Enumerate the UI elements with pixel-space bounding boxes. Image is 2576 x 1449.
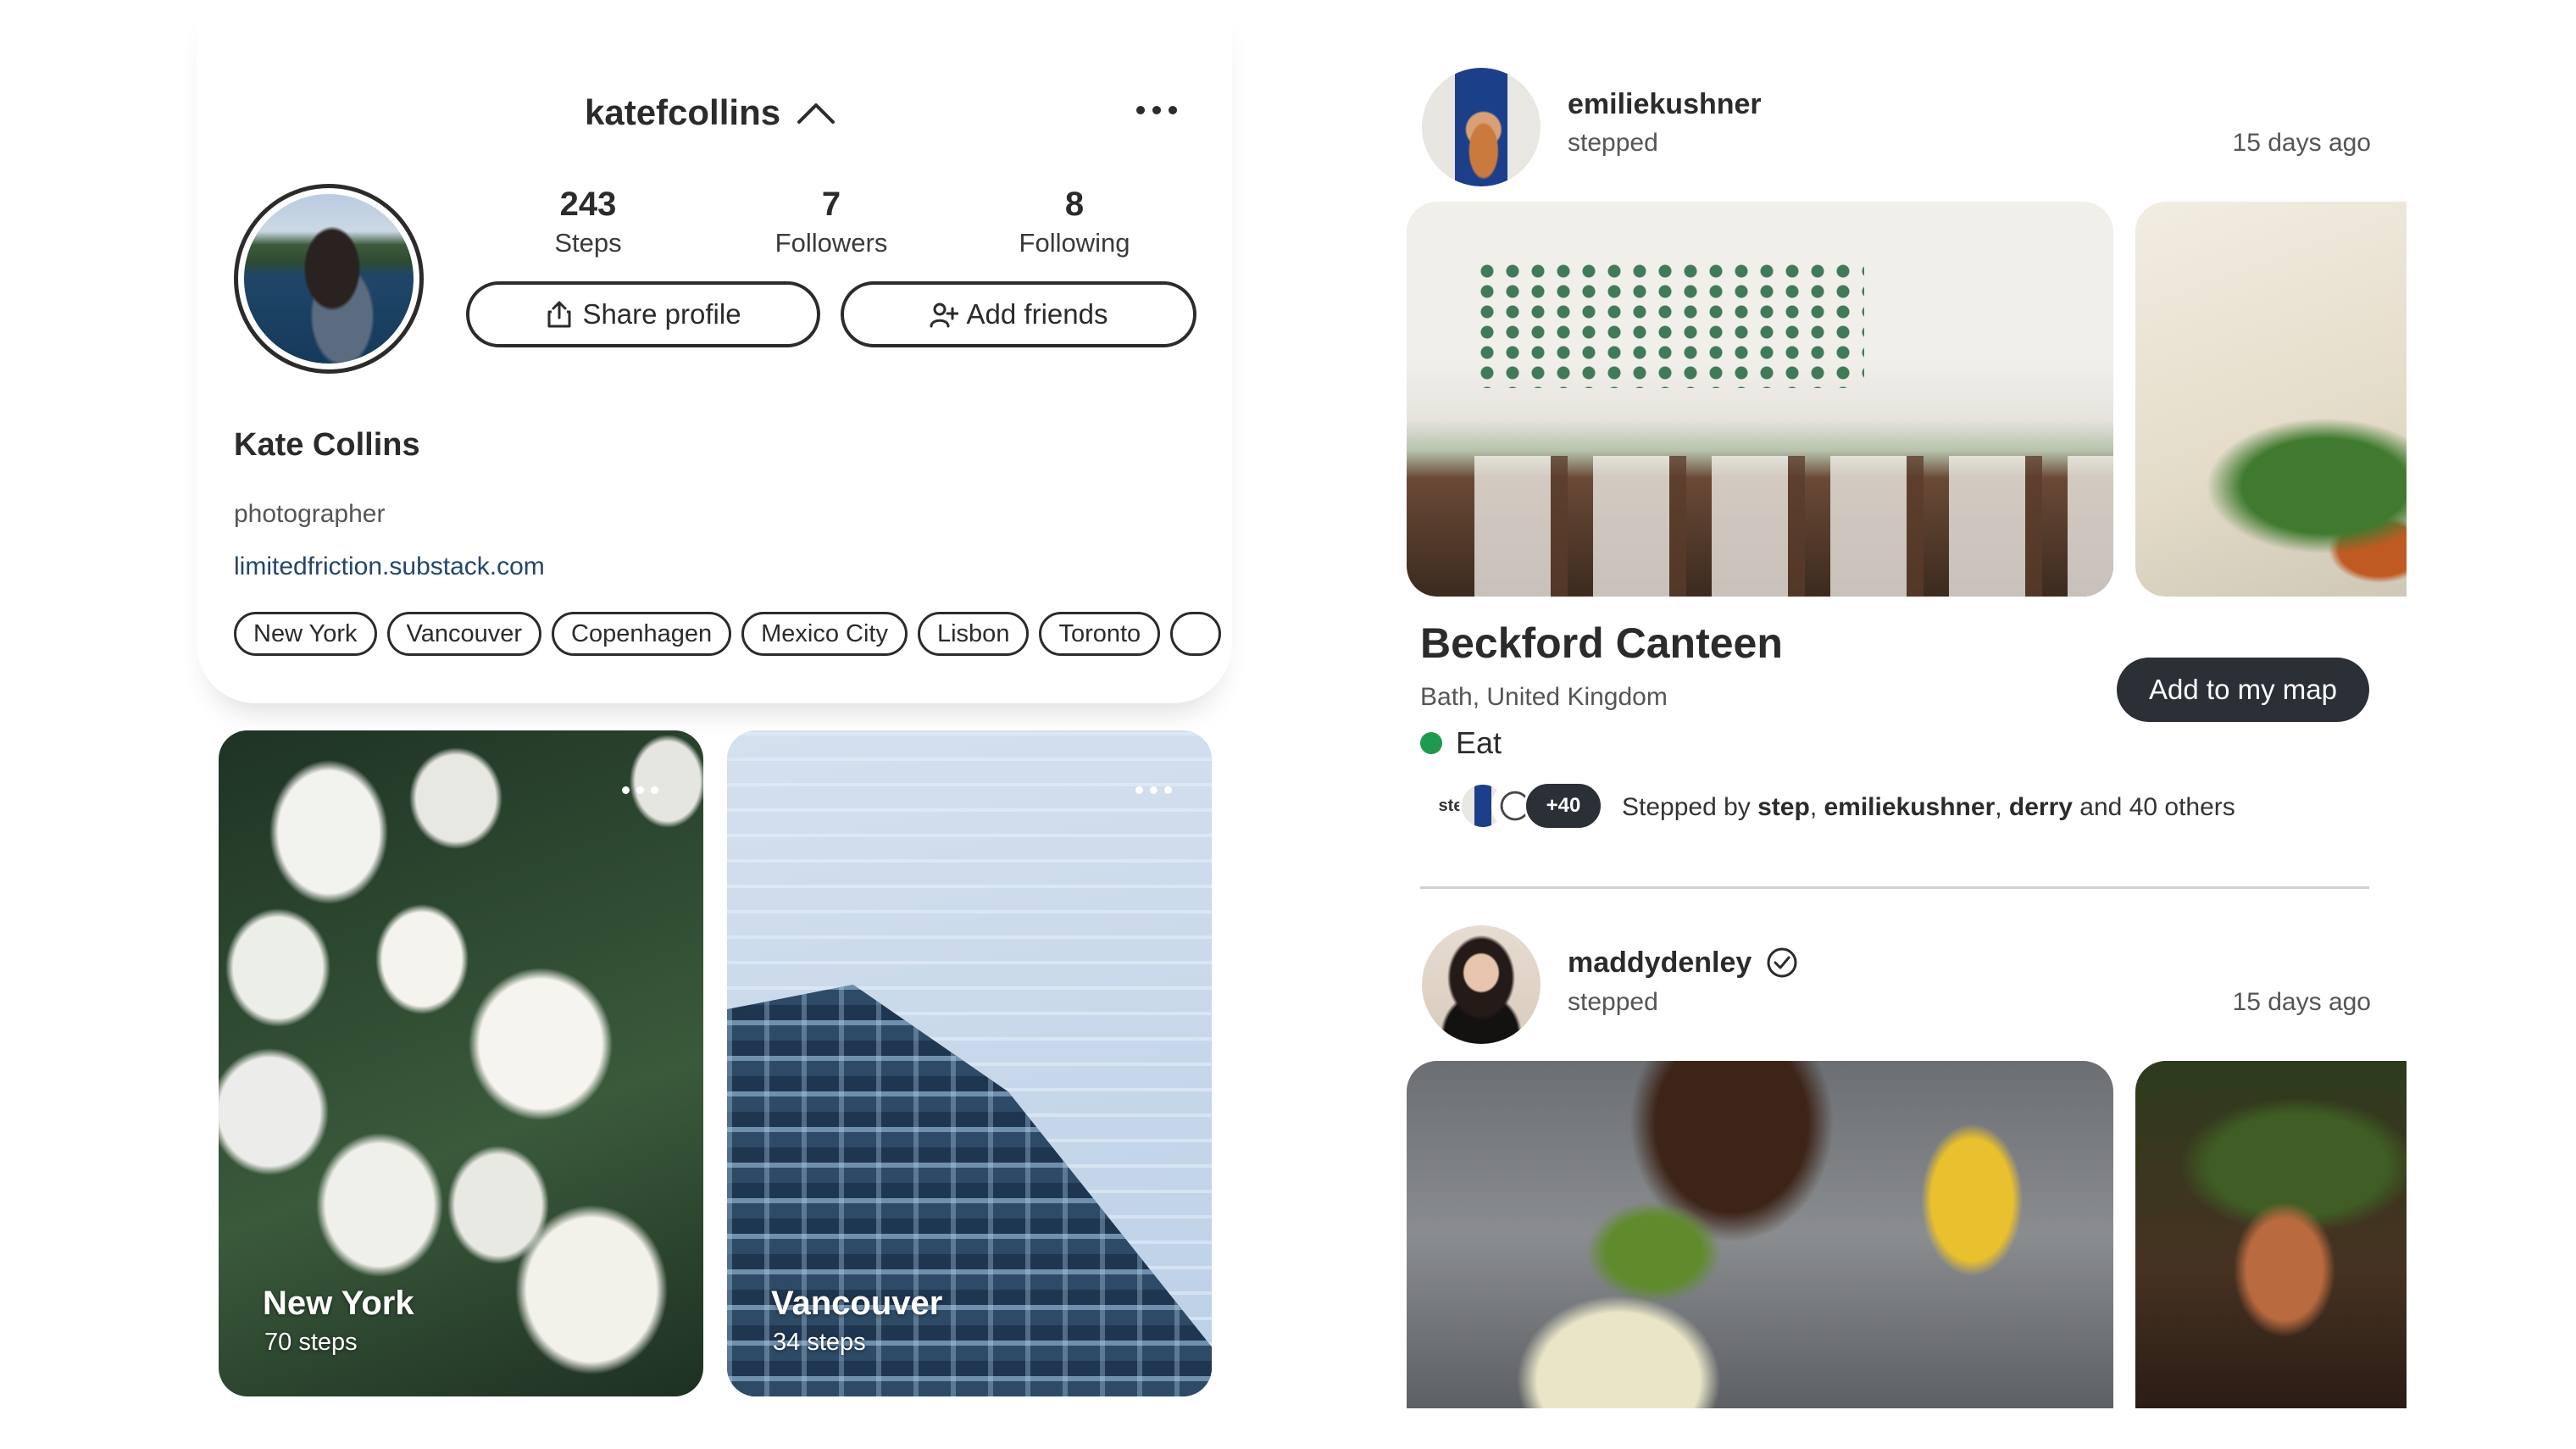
more-options-icon[interactable]	[1135, 786, 1172, 794]
stat-following[interactable]: 8 Following	[990, 182, 1159, 260]
post-action: stepped	[1568, 129, 1658, 157]
avatar-photo	[244, 194, 414, 364]
post-username[interactable]: emiliekushner	[1568, 88, 1762, 121]
more-options-icon[interactable]	[1127, 92, 1186, 129]
category-label: Eat	[1456, 725, 1502, 760]
share-profile-button[interactable]: Share profile	[466, 281, 820, 347]
city-card-title: New York	[263, 1285, 414, 1322]
add-friends-button[interactable]: Add friends	[841, 281, 1196, 347]
stat-value: 8	[1064, 186, 1085, 223]
place-category: Eat	[1420, 725, 1502, 761]
stat-value: 243	[559, 186, 617, 223]
post-user-row[interactable]: maddydenley	[1568, 946, 1799, 980]
dining-tables	[1474, 456, 2113, 597]
category-dot-icon	[1420, 732, 1442, 754]
chevron-up-icon	[796, 100, 836, 125]
stat-label: Followers	[774, 228, 888, 258]
stat-value: 7	[821, 186, 841, 223]
add-to-map-button[interactable]: Add to my map	[2117, 658, 2369, 722]
separator: ,	[1809, 793, 1824, 821]
post-photo-restaurant[interactable]	[1407, 202, 2113, 597]
feed-divider	[1420, 886, 2369, 889]
city-filter-chips: New York Vancouver Copenhagen Mexico Cit…	[234, 612, 1234, 659]
profile-username: katefcollins	[585, 92, 781, 132]
city-chip[interactable]: Lisbon	[917, 612, 1030, 656]
city-card-step-count: 34 steps	[773, 1329, 866, 1356]
avatar[interactable]	[1422, 68, 1541, 186]
stat-followers[interactable]: 7 Followers	[747, 182, 916, 260]
avatar[interactable]	[1422, 925, 1541, 1044]
stepper-name[interactable]: derry	[2009, 793, 2073, 821]
city-chip[interactable]	[1170, 612, 1222, 656]
city-card-new-york[interactable]: New York 70 steps	[219, 730, 703, 1396]
city-chip[interactable]: Vancouver	[386, 612, 542, 656]
stat-steps[interactable]: 243 Steps	[503, 182, 673, 260]
stepper-name[interactable]: step	[1757, 793, 1810, 821]
profile-full-name: Kate Collins	[234, 427, 420, 463]
profile-website-link[interactable]: limitedfriction.substack.com	[234, 552, 545, 581]
share-icon	[545, 300, 574, 329]
stat-label: Steps	[554, 228, 622, 258]
post-action: stepped	[1568, 988, 1658, 1016]
steppers-avatars[interactable]: ste +40	[1427, 781, 1603, 830]
post-photo-patio[interactable]	[2135, 1061, 2407, 1408]
post-timestamp: 15 days ago	[2232, 988, 2371, 1016]
city-chip[interactable]: Copenhagen	[552, 612, 732, 656]
profile-bio: photographer	[234, 500, 386, 528]
wall-plates-decor	[1474, 261, 1864, 388]
share-profile-label: Share profile	[582, 298, 741, 330]
stepper-name[interactable]: emiliekushner	[1824, 793, 1995, 821]
more-steppers-badge: +40	[1524, 781, 1603, 830]
profile-avatar[interactable]	[234, 184, 424, 374]
city-chip[interactable]: Mexico City	[741, 612, 908, 656]
post-username[interactable]: maddydenley	[1568, 947, 1752, 980]
post-timestamp: 15 days ago	[2232, 129, 2371, 157]
separator: ,	[1995, 793, 2009, 821]
stepped-by-prefix: Stepped by	[1622, 793, 1758, 821]
stat-label: Following	[1019, 228, 1130, 258]
city-card-title: Vancouver	[771, 1285, 943, 1322]
city-chip[interactable]: New York	[234, 612, 377, 656]
post-photo-dish[interactable]	[2135, 202, 2407, 597]
city-card-vancouver[interactable]: Vancouver 34 steps	[727, 730, 1212, 1396]
add-friends-label: Add friends	[966, 298, 1108, 330]
stepped-by-text[interactable]: Stepped by step, emiliekushner, derry an…	[1622, 793, 2235, 822]
stepped-by-suffix: and 40 others	[2072, 793, 2235, 821]
place-name[interactable]: Beckford Canteen	[1420, 619, 1783, 668]
verified-check-icon	[1765, 946, 1799, 980]
add-user-icon	[930, 300, 958, 329]
post-photo-cocktail[interactable]	[1407, 1061, 2113, 1408]
place-location: Bath, United Kingdom	[1420, 683, 1668, 711]
city-card-step-count: 70 steps	[264, 1329, 358, 1356]
username-switcher[interactable]: katefcollins	[585, 83, 836, 142]
city-chip[interactable]: Toronto	[1039, 612, 1161, 656]
more-options-icon[interactable]	[622, 786, 658, 794]
